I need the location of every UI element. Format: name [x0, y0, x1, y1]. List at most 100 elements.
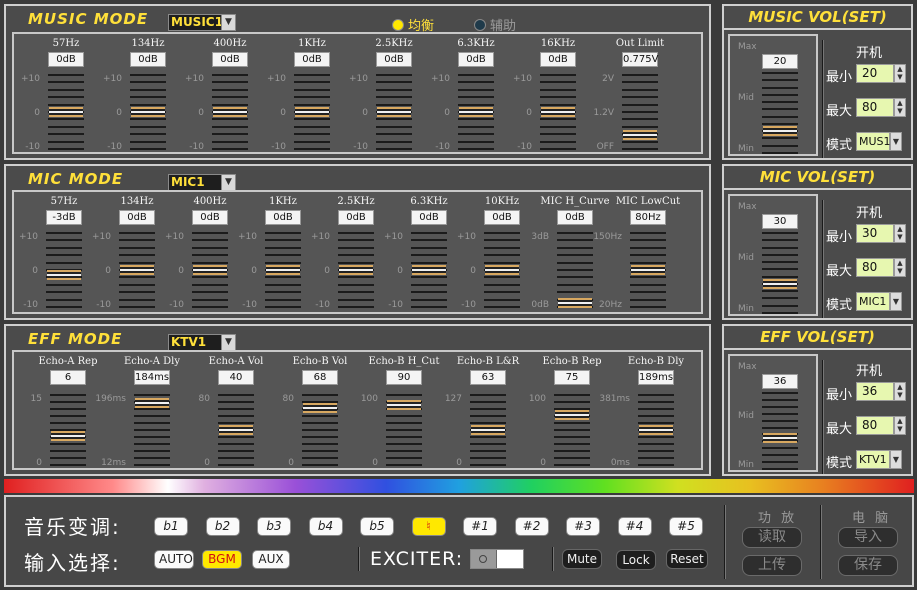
slider-thumb[interactable] — [631, 265, 665, 275]
channel-value-field[interactable]: 0dB — [265, 210, 301, 225]
slider-track[interactable] — [218, 394, 254, 466]
channel-value-field[interactable]: 0dB — [130, 52, 166, 67]
channel-value-field[interactable]: 68 — [302, 370, 338, 385]
key-button[interactable]: #2 — [514, 517, 549, 536]
slider-thumb[interactable] — [639, 425, 673, 435]
key-button[interactable]: b3 — [257, 517, 291, 536]
spinner-arrows-icon[interactable]: ▲ ▼ — [894, 382, 906, 401]
slider-track[interactable] — [376, 74, 412, 150]
amp-read-button[interactable]: 读取 — [742, 527, 802, 548]
channel-value-field[interactable]: 6 — [50, 370, 86, 385]
slider-thumb[interactable] — [377, 107, 411, 117]
key-button[interactable]: b2 — [205, 517, 240, 536]
slider-thumb[interactable] — [49, 107, 83, 117]
channel-value-field[interactable]: 0dB — [192, 210, 228, 225]
max-spinner-value[interactable]: 80 — [856, 98, 894, 117]
min-spinner[interactable]: 20 ▲ ▼ — [856, 64, 908, 83]
music-preset-select[interactable]: MUSIC1 ▼ — [168, 14, 236, 31]
slider-thumb[interactable] — [541, 107, 575, 117]
input-aux-button[interactable]: AUX — [252, 550, 290, 569]
mode-select-value[interactable]: MIC1 — [856, 292, 890, 311]
slider-thumb[interactable] — [131, 107, 165, 117]
min-spinner[interactable]: 36 ▲ ▼ — [856, 382, 908, 401]
spinner-arrows-icon[interactable]: ▲ ▼ — [894, 416, 906, 435]
slider-track[interactable] — [638, 394, 674, 466]
slider-track[interactable] — [386, 394, 422, 466]
key-button[interactable]: b1 — [154, 517, 188, 536]
max-spinner[interactable]: 80 ▲ ▼ — [856, 416, 908, 435]
slider-track[interactable] — [470, 394, 506, 466]
channel-value-field[interactable]: 63 — [470, 370, 506, 385]
slider-track[interactable] — [458, 74, 494, 150]
vol-value-field[interactable]: 36 — [762, 374, 798, 389]
min-spinner[interactable]: 30 ▲ ▼ — [856, 224, 908, 243]
slider-thumb[interactable] — [387, 400, 421, 411]
slider-track[interactable] — [294, 74, 330, 150]
mic-preset-select[interactable]: MIC1 ▼ — [168, 174, 236, 191]
spinner-arrows-icon[interactable]: ▲ ▼ — [894, 258, 906, 277]
channel-value-field[interactable]: 80Hz — [630, 210, 666, 225]
slider-thumb[interactable] — [219, 425, 253, 435]
max-spinner[interactable]: 80 ▲ ▼ — [856, 258, 908, 277]
slider-thumb[interactable] — [485, 265, 519, 275]
mute-button[interactable]: Mute — [562, 549, 602, 569]
channel-value-field[interactable]: 0dB — [484, 210, 520, 225]
min-spinner-value[interactable]: 36 — [856, 382, 894, 401]
chevron-down-icon[interactable]: ▼ — [890, 292, 902, 311]
channel-value-field[interactable]: 0dB — [294, 52, 330, 67]
channel-value-field[interactable]: 0dB — [411, 210, 447, 225]
spinner-arrows-icon[interactable]: ▲ ▼ — [894, 98, 906, 117]
channel-value-field[interactable]: 0dB — [376, 52, 412, 67]
channel-value-field[interactable]: 0.775V — [622, 52, 658, 67]
max-spinner-value[interactable]: 80 — [856, 416, 894, 435]
vol-slider-track[interactable] — [762, 392, 798, 470]
channel-value-field[interactable]: 0dB — [338, 210, 374, 225]
slider-track[interactable] — [557, 232, 593, 308]
slider-track[interactable] — [540, 74, 576, 150]
slider-track[interactable] — [134, 394, 170, 466]
slider-thumb[interactable] — [763, 126, 797, 136]
key-button[interactable]: #3 — [566, 517, 600, 536]
key-button[interactable]: #5 — [669, 517, 703, 536]
max-spinner-value[interactable]: 80 — [856, 258, 894, 277]
mode-select[interactable]: MIC1 ▼ — [856, 292, 908, 311]
slider-track[interactable] — [484, 232, 520, 308]
pc-import-button[interactable]: 导入 — [838, 527, 898, 548]
slider-thumb[interactable] — [303, 403, 337, 414]
mode-select-value[interactable]: KTV1 — [856, 450, 890, 469]
max-spinner[interactable]: 80 ▲ ▼ — [856, 98, 908, 117]
slider-thumb[interactable] — [213, 107, 247, 117]
channel-value-field[interactable]: 189ms — [638, 370, 674, 385]
exciter-toggle[interactable] — [470, 549, 524, 569]
channel-value-field[interactable]: 0dB — [458, 52, 494, 67]
channel-value-field[interactable]: 0dB — [119, 210, 155, 225]
eff-preset-select[interactable]: KTV1 ▼ — [168, 334, 236, 351]
slider-track[interactable] — [50, 394, 86, 466]
slider-thumb[interactable] — [51, 431, 85, 442]
vol-value-field[interactable]: 20 — [762, 54, 798, 69]
slider-track[interactable] — [302, 394, 338, 466]
reset-button[interactable]: Reset — [666, 549, 708, 569]
vol-slider-track[interactable] — [762, 232, 798, 314]
slider-track[interactable] — [48, 74, 84, 150]
channel-value-field[interactable]: -3dB — [46, 210, 82, 225]
pc-save-button[interactable]: 保存 — [838, 555, 898, 576]
vol-value-field[interactable]: 30 — [762, 214, 798, 229]
slider-thumb[interactable] — [471, 425, 505, 435]
slider-thumb[interactable] — [763, 278, 797, 289]
input-auto-button[interactable]: AUTO — [154, 550, 194, 569]
min-spinner-value[interactable]: 30 — [856, 224, 894, 243]
chevron-down-icon[interactable]: ▼ — [890, 450, 902, 469]
key-button[interactable]: ♮ — [411, 517, 446, 536]
key-button[interactable]: b5 — [360, 517, 394, 536]
slider-thumb[interactable] — [555, 409, 589, 420]
amp-upload-button[interactable]: 上传 — [742, 555, 802, 576]
slider-thumb[interactable] — [295, 107, 329, 117]
slider-thumb[interactable] — [623, 130, 657, 141]
channel-value-field[interactable]: 0dB — [212, 52, 248, 67]
channel-value-field[interactable]: 184ms — [134, 370, 170, 385]
channel-value-field[interactable]: 0dB — [48, 52, 84, 67]
slider-track[interactable] — [630, 232, 666, 308]
vol-slider-track[interactable] — [762, 72, 798, 154]
spinner-arrows-icon[interactable]: ▲ ▼ — [894, 224, 906, 243]
